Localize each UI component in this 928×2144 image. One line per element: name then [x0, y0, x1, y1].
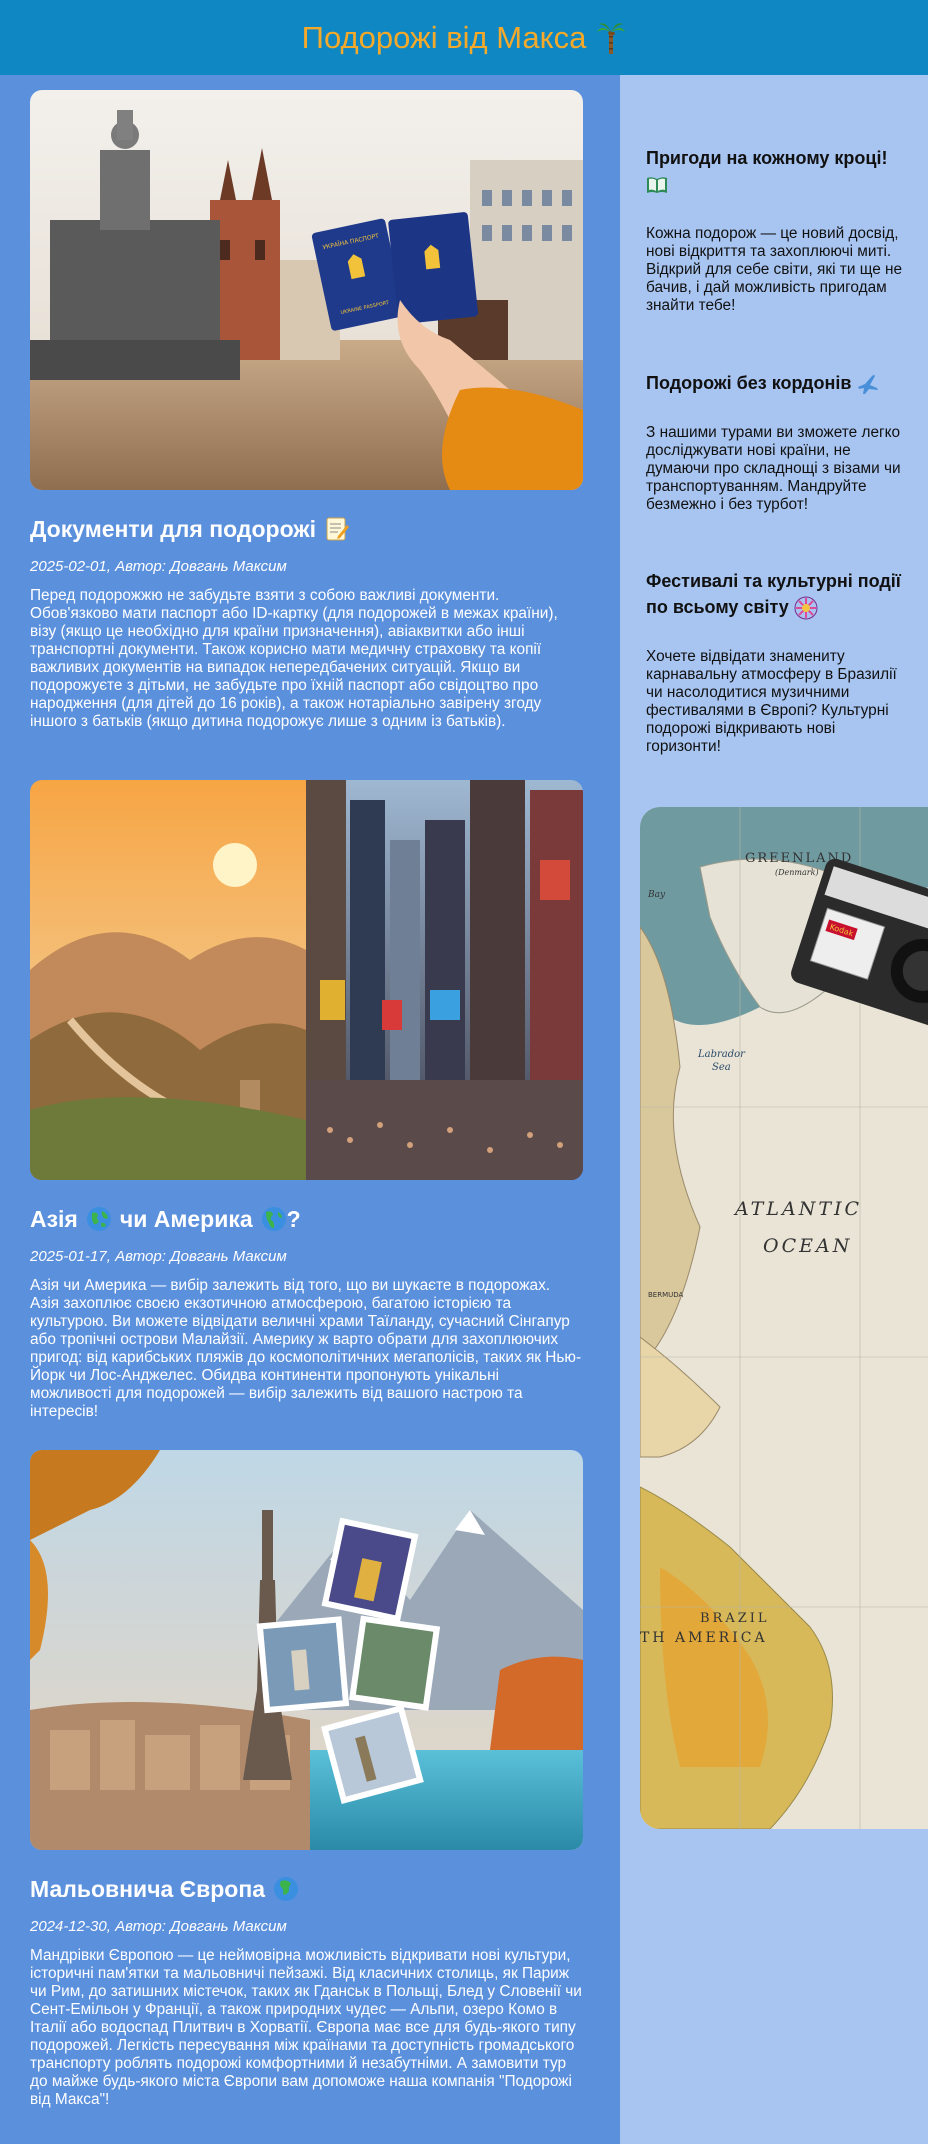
post-meta: 2024-12-30, Автор: Довгань Максим	[30, 1918, 287, 1935]
globe-icon	[86, 1207, 111, 1231]
post-body: Мандрівки Європою — це неймовірна можлив…	[30, 1947, 582, 2108]
post-title-text: Мальовнича Європа	[30, 1875, 266, 1902]
map-label-ocean: OCEAN	[763, 1235, 852, 1257]
map-label-south-america: TH AMERICA	[640, 1630, 768, 1646]
sidebar-block-title: Пригоди на кожному кроці!	[646, 145, 914, 197]
map-label-bermuda: BERMUDA	[648, 1291, 684, 1299]
post-title-text: Документи для подорожі	[30, 515, 317, 542]
post-title-part3: ?	[286, 1205, 301, 1232]
sidebar-block-festivals: Фестивалі та культурні події по всьому с…	[646, 568, 914, 756]
post-title: Мальовнича Європа	[30, 1872, 583, 1906]
memo-icon	[326, 517, 350, 541]
open-book-icon	[647, 177, 667, 194]
post-title-part2: чи Америка	[119, 1205, 253, 1232]
sidebar-block-title-text: Пригоди на кожному кроці!	[646, 148, 888, 168]
post-title-part1: Азія	[30, 1205, 78, 1232]
post-europe: Мальовнича Європа 2024-12-30, Автор: Дов…	[30, 1450, 583, 2109]
post-body: Перед подорожжю не забудьте взяти з собо…	[30, 587, 558, 730]
post-documents: УКРАЇНА ПАСПОРТ UKRAINE PASSPORT Докумен…	[30, 90, 583, 731]
site-title: Подорожі від Макса	[302, 20, 627, 56]
sidebar-block-text: З нашими турами ви зможете легко дослідж…	[646, 424, 901, 513]
globe-icon	[274, 1877, 299, 1901]
globe-icon	[261, 1207, 286, 1231]
post-image-passports: УКРАЇНА ПАСПОРТ UKRAINE PASSPORT	[30, 90, 583, 490]
sidebar-map-image: GREENLAND (Denmark) Bay Labrador Sea ATL…	[640, 807, 928, 1829]
post-meta: 2025-01-17, Автор: Довгань Максим	[30, 1248, 287, 1265]
post-asia-america: Азія чи Америка ? 2025-01-17, Автор: Дов…	[30, 780, 583, 1421]
post-meta: 2025-02-01, Автор: Довгань Максим	[30, 558, 287, 575]
post-body: Азія чи Америка — вибір залежить від тог…	[30, 1277, 582, 1420]
post-title: Документи для подорожі	[30, 512, 583, 546]
firework-icon	[794, 596, 818, 620]
post-title: Азія чи Америка ?	[30, 1202, 583, 1236]
sidebar-block-title-text: Подорожі без кордонів	[646, 373, 852, 393]
map-label-labrador-sea: Sea	[712, 1062, 731, 1073]
map-label-labrador: Labrador	[697, 1049, 746, 1060]
sidebar-block-title-text: Фестивалі та культурні події по всьому с…	[646, 571, 901, 617]
sidebar-block-borderless: Подорожі без кордонів З нашими турами ви…	[646, 370, 914, 514]
sidebar-block-adventures: Пригоди на кожному кроці! Кожна подорож …	[646, 145, 914, 315]
sidebar-block-title: Подорожі без кордонів	[646, 370, 914, 396]
sidebar: Пригоди на кожному кроці! Кожна подорож …	[620, 75, 928, 2144]
sidebar-block-text: Кожна подорож — це новий досвід, нові ві…	[646, 225, 903, 314]
airplane-icon	[858, 375, 879, 395]
post-image-wall-and-city	[30, 780, 583, 1180]
map-label-bay: Bay	[647, 890, 666, 900]
site-header: Подорожі від Макса	[0, 0, 928, 75]
palm-tree-icon	[597, 22, 626, 54]
sidebar-block-title: Фестивалі та культурні події по всьому с…	[646, 568, 914, 620]
map-label-denmark: (Denmark)	[775, 868, 819, 877]
sidebar-block-text: Хочете відвідати знамениту карнавальну а…	[646, 648, 897, 756]
main-content: УКРАЇНА ПАСПОРТ UKRAINE PASSPORT Докумен…	[0, 75, 620, 2144]
site-title-text: Подорожі від Макса	[301, 19, 587, 55]
map-label-atlantic: ATLANTIC	[733, 1198, 862, 1220]
map-label-brazil: BRAZIL	[700, 1611, 770, 1626]
post-image-europe-collage	[30, 1450, 583, 1850]
